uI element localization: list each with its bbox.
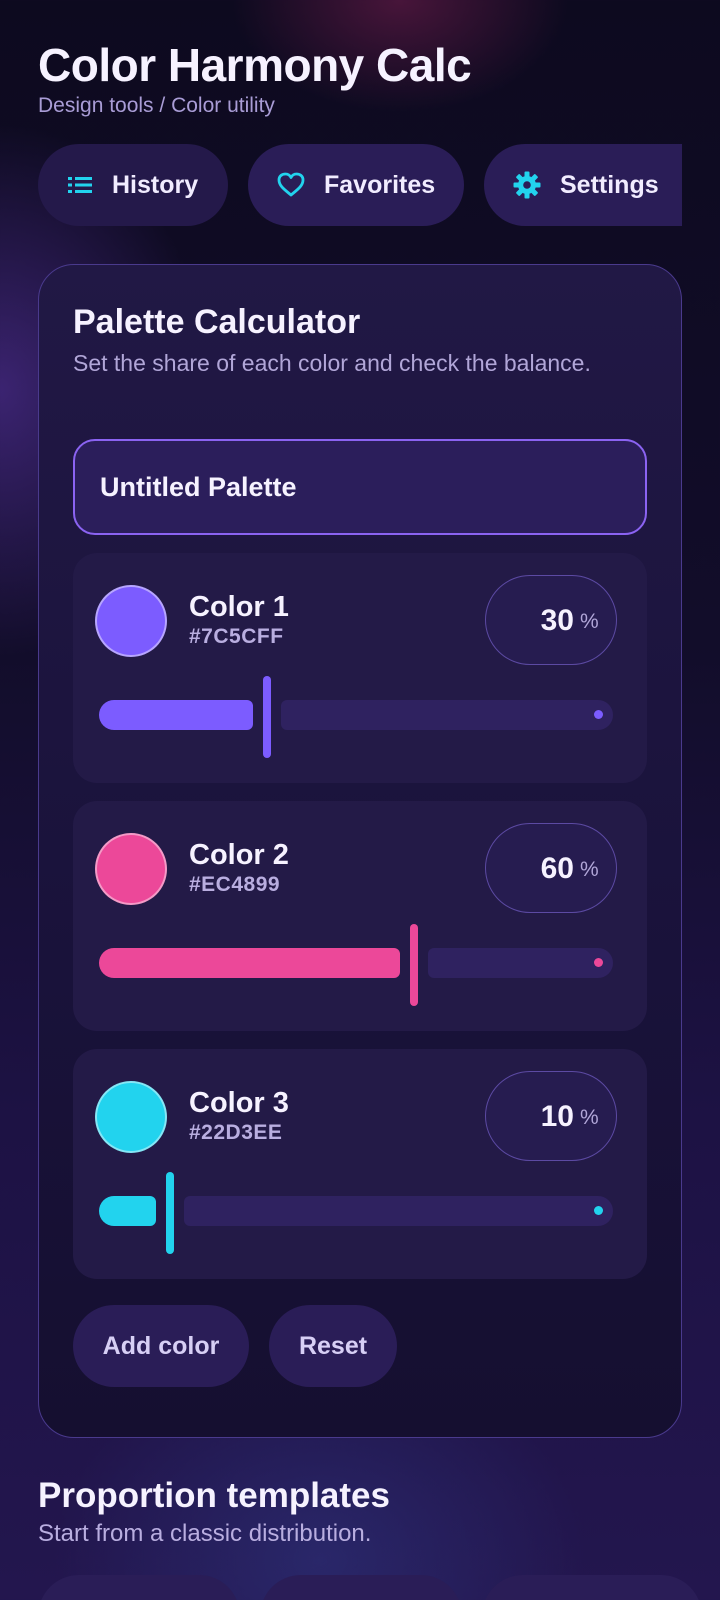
slider-track <box>428 948 613 978</box>
palette-calculator-card: Palette Calculator Set the share of each… <box>38 264 682 1438</box>
add-color-button[interactable]: Add color <box>73 1305 249 1387</box>
slider-handle[interactable] <box>166 1172 174 1254</box>
slider-fill <box>99 1196 156 1226</box>
percent-unit: % <box>580 610 599 633</box>
color-swatch[interactable] <box>95 833 167 905</box>
card-title: Palette Calculator <box>73 303 361 341</box>
color-hex: #EC4899 <box>189 873 281 896</box>
percent-input[interactable]: 30 % <box>485 575 617 665</box>
percent-unit: % <box>580 858 599 881</box>
reset-button[interactable]: Reset <box>269 1305 397 1387</box>
color-hex: #7C5CFF <box>189 625 284 648</box>
color-name: Color 3 <box>189 1087 289 1119</box>
share-slider[interactable] <box>99 1172 613 1254</box>
page-title: Color Harmony Calc <box>38 39 472 91</box>
slider-track <box>281 700 613 730</box>
template-chip[interactable] <box>260 1575 462 1600</box>
breadcrumb: Design tools / Color utility <box>38 94 275 117</box>
card-description: Set the share of each color and check th… <box>73 350 591 376</box>
settings-chip-label: Settings <box>560 170 659 199</box>
favorites-chip[interactable]: Favorites <box>248 144 464 226</box>
slider-fill <box>99 700 253 730</box>
settings-chip[interactable]: Settings <box>484 144 682 226</box>
color-row: Color 1 #7C5CFF 30 % <box>73 553 647 783</box>
slider-end-dot <box>594 1206 603 1215</box>
heart-icon <box>277 172 305 197</box>
gear-icon <box>513 171 541 199</box>
slider-track <box>184 1196 613 1226</box>
slider-handle[interactable] <box>410 924 418 1006</box>
slider-fill <box>99 948 400 978</box>
nav-chip-row: History Favorites Settings <box>38 144 682 226</box>
color-row: Color 3 #22D3EE 10 % <box>73 1049 647 1279</box>
percent-input[interactable]: 10 % <box>485 1071 617 1161</box>
templates-description: Start from a classic distribution. <box>38 1520 372 1547</box>
history-chip[interactable]: History <box>38 144 228 226</box>
color-name: Color 1 <box>189 591 289 623</box>
template-chip[interactable] <box>482 1575 702 1600</box>
templates-title: Proportion templates <box>38 1476 390 1515</box>
color-row: Color 2 #EC4899 60 % <box>73 801 647 1031</box>
slider-end-dot <box>594 958 603 967</box>
share-slider[interactable] <box>99 924 613 1006</box>
template-chip[interactable] <box>38 1575 240 1600</box>
slider-handle[interactable] <box>263 676 271 758</box>
color-hex: #22D3EE <box>189 1121 283 1144</box>
percent-value: 10 <box>540 1100 574 1133</box>
color-swatch[interactable] <box>95 1081 167 1153</box>
color-swatch[interactable] <box>95 585 167 657</box>
favorites-chip-label: Favorites <box>324 170 436 199</box>
percent-unit: % <box>580 1106 599 1129</box>
slider-end-dot <box>594 710 603 719</box>
palette-name-input[interactable]: Untitled Palette <box>73 439 647 535</box>
percent-value: 60 <box>540 852 574 885</box>
percent-input[interactable]: 60 % <box>485 823 617 913</box>
share-slider[interactable] <box>99 676 613 758</box>
history-chip-label: History <box>112 170 199 199</box>
percent-value: 30 <box>540 604 574 637</box>
list-icon <box>68 177 92 193</box>
color-name: Color 2 <box>189 839 289 871</box>
